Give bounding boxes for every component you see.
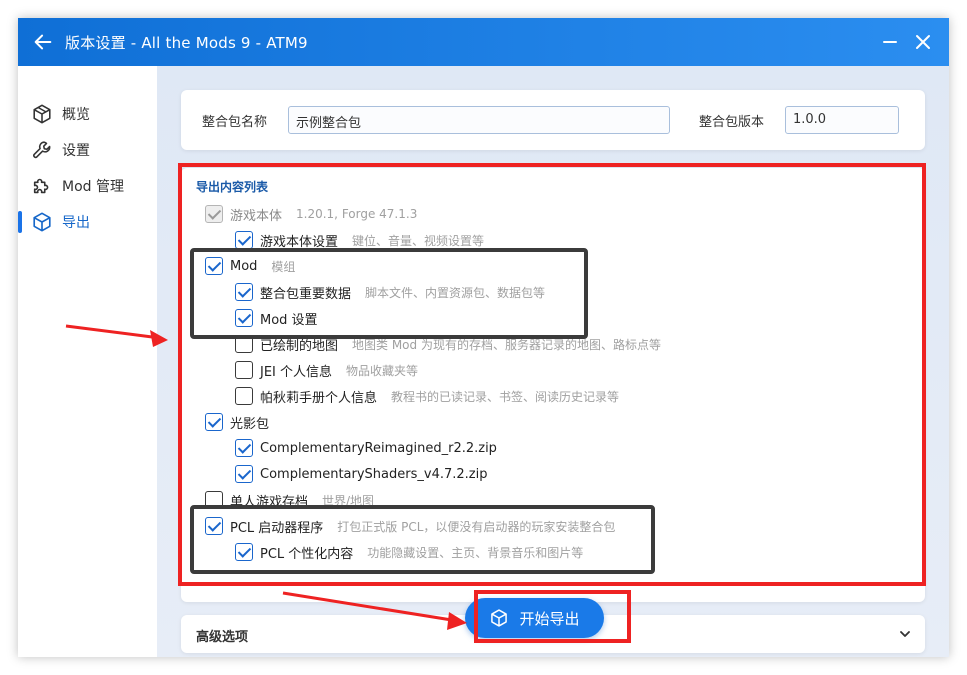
export-item-shader-complementary[interactable]: ComplementaryShaders_v4.7.2.zip: [235, 463, 487, 485]
checkbox[interactable]: [205, 491, 223, 509]
export-item-label: ComplementaryReimagined_r2.2.zip: [260, 440, 497, 456]
checkbox[interactable]: [235, 465, 253, 483]
export-item-game[interactable]: 游戏本体 1.20.1, Forge 47.1.3: [205, 203, 417, 225]
checkbox[interactable]: [235, 387, 253, 405]
checkbox[interactable]: [235, 309, 253, 327]
sidebar-item-mod-management[interactable]: Mod 管理: [18, 171, 157, 201]
export-item-label: 光影包: [230, 416, 270, 432]
export-item-label: 帕秋莉手册个人信息: [260, 390, 378, 406]
active-indicator: [18, 211, 22, 233]
checkbox[interactable]: [205, 413, 223, 431]
window-title: 版本设置 - All the Mods 9 - ATM9: [65, 34, 308, 52]
checkbox[interactable]: [235, 335, 253, 353]
checkbox[interactable]: [205, 205, 223, 223]
sidebar: 概览 设置 Mod 管理 导出: [18, 66, 157, 657]
export-item-desc: 功能隐藏设置、主页、背景音乐和图片等: [367, 545, 584, 560]
chevron-down-icon[interactable]: [897, 626, 913, 642]
export-item-label: 单人游戏存档: [230, 494, 309, 510]
export-item-mod[interactable]: Mod 模组: [205, 255, 295, 277]
checkbox[interactable]: [235, 361, 253, 379]
sidebar-item-export[interactable]: 导出: [18, 207, 157, 237]
export-item-label: PCL 启动器程序: [230, 520, 324, 536]
export-list-card: 导出内容列表 游戏本体 1.20.1, Forge 47.1.3 游戏本体设置 …: [181, 168, 925, 602]
export-item-shader-reimagined[interactable]: ComplementaryReimagined_r2.2.zip: [235, 437, 497, 459]
export-item-label: Mod 设置: [260, 312, 318, 328]
export-item-desc: 物品收藏夹等: [346, 363, 419, 378]
box-export-icon: [33, 212, 51, 232]
export-item-saves[interactable]: 单人游戏存档 世界/地图: [205, 489, 374, 511]
export-item-shaderpacks[interactable]: 光影包: [205, 411, 269, 433]
export-item-pcl-custom[interactable]: PCL 个性化内容 功能隐藏设置、主页、背景音乐和图片等: [235, 541, 583, 563]
export-item-desc: 教程书的已读记录、书签、阅读历史记录等: [391, 389, 620, 404]
main-content: 整合包名称 示例整合包 整合包版本 1.0.0 导出内容列表 游戏本体 1.20…: [157, 66, 949, 657]
box-export-icon: [491, 609, 508, 627]
start-export-label: 开始导出: [519, 609, 580, 628]
sidebar-item-settings[interactable]: 设置: [18, 135, 157, 165]
export-item-desc: 键位、音量、视频设置等: [352, 233, 485, 248]
export-item-label: 已绘制的地图: [260, 338, 339, 354]
export-item-label: PCL 个性化内容: [260, 546, 354, 562]
wrench-icon: [33, 141, 51, 159]
pack-version-input[interactable]: 1.0.0: [785, 106, 899, 134]
pack-name-input[interactable]: 示例整合包: [288, 106, 670, 134]
puzzle-icon: [33, 178, 49, 194]
export-item-label: 游戏本体: [230, 208, 283, 224]
export-item-label: 整合包重要数据: [260, 286, 352, 302]
checkbox[interactable]: [235, 439, 253, 457]
checkbox[interactable]: [235, 283, 253, 301]
export-item-desc: 脚本文件、内置资源包、数据包等: [365, 285, 546, 300]
export-item-desc: 1.20.1, Forge 47.1.3: [296, 207, 418, 221]
export-item-desc: 打包正式版 PCL，以便没有启动器的玩家安装整合包: [337, 519, 616, 534]
sidebar-item-label: Mod 管理: [62, 179, 124, 195]
sidebar-item-overview[interactable]: 概览: [18, 99, 157, 129]
close-icon[interactable]: [913, 32, 933, 52]
export-item-mod-settings[interactable]: Mod 设置: [235, 307, 318, 329]
export-item-game-settings[interactable]: 游戏本体设置 键位、音量、视频设置等: [235, 229, 484, 251]
pack-version-label: 整合包版本: [699, 115, 765, 130]
sidebar-item-label: 导出: [62, 215, 90, 231]
export-item-label: Mod: [230, 258, 258, 274]
export-item-pcl-launcher[interactable]: PCL 启动器程序 打包正式版 PCL，以便没有启动器的玩家安装整合包: [205, 515, 615, 537]
pack-info-card: 整合包名称 示例整合包 整合包版本 1.0.0: [181, 90, 925, 150]
app-window: 版本设置 - All the Mods 9 - ATM9 概览 设置 Mod 管…: [18, 18, 949, 657]
export-item-patchouli[interactable]: 帕秋莉手册个人信息 教程书的已读记录、书签、阅读历史记录等: [235, 385, 619, 407]
checkbox[interactable]: [205, 257, 223, 275]
export-item-label: 游戏本体设置: [260, 234, 339, 250]
sidebar-item-label: 概览: [62, 107, 90, 123]
export-item-pack-data[interactable]: 整合包重要数据 脚本文件、内置资源包、数据包等: [235, 281, 545, 303]
export-item-desc: 地图类 Mod 为现有的存档、服务器记录的地图、路标点等: [352, 337, 661, 352]
export-item-desc: 世界/地图: [322, 493, 375, 508]
export-list-title: 导出内容列表: [196, 180, 269, 194]
back-arrow-icon[interactable]: [32, 31, 54, 53]
start-export-button[interactable]: 开始导出: [465, 598, 604, 638]
export-item-label: ComplementaryShaders_v4.7.2.zip: [260, 466, 488, 482]
checkbox[interactable]: [235, 543, 253, 561]
sidebar-item-label: 设置: [62, 143, 90, 159]
advanced-options-label: 高级选项: [196, 630, 249, 645]
export-item-jei[interactable]: JEI 个人信息 物品收藏夹等: [235, 359, 418, 381]
export-item-label: JEI 个人信息: [260, 364, 333, 380]
checkbox[interactable]: [235, 231, 253, 249]
title-bar: 版本设置 - All the Mods 9 - ATM9: [18, 18, 949, 66]
export-item-desc: 模组: [271, 259, 296, 274]
pack-name-label: 整合包名称: [202, 115, 268, 130]
cube-outline-icon: [33, 104, 51, 124]
export-item-maps[interactable]: 已绘制的地图 地图类 Mod 为现有的存档、服务器记录的地图、路标点等: [235, 333, 661, 355]
minimize-icon[interactable]: [880, 32, 900, 52]
checkbox[interactable]: [205, 517, 223, 535]
